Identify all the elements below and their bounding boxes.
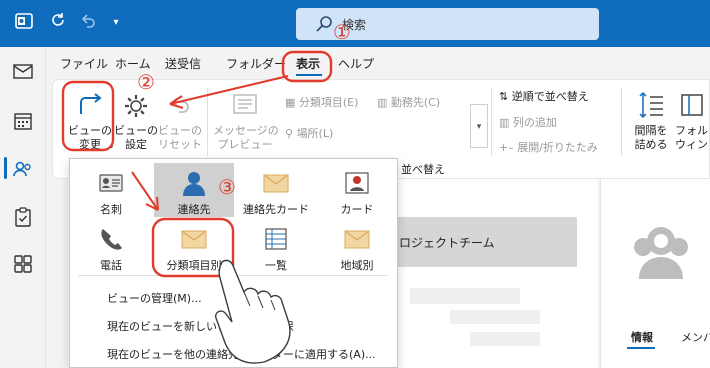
tab-send-receive[interactable]: 送受信 [165,55,201,72]
view-option-list[interactable]: 一覧 [236,219,316,273]
gear-icon [125,95,147,117]
sync-icon[interactable] [46,11,70,35]
group-title: ロジェクトチーム [399,236,495,250]
folder-pane-icon [681,94,703,116]
sort-group-label: 並べ替え [401,163,445,176]
apply-view-menu-item[interactable]: 現在のビューを他の連絡先フォルダーに適用する(A)... [107,346,376,362]
blurred-content [470,332,540,346]
list-icon [265,228,287,250]
tab-members[interactable]: メンバー [681,329,710,345]
change-view-icon [80,93,102,114]
view-option-label: 連絡先カード [243,203,309,216]
search-icon [316,16,332,32]
annotation-step-1: ① [333,20,351,44]
view-option-label: 分類項目別 [166,259,222,272]
ribbon-separator [621,88,622,156]
ribbon-separator [491,88,492,156]
view-option-business-card[interactable]: 名刺 [71,163,151,217]
view-option-label: カード [340,203,374,216]
arrange-location-item[interactable]: ⚲ 場所(L) [285,125,333,141]
expand-collapse-label: 展開/折りたたみ [517,141,598,154]
business-card-icon [99,174,123,192]
apps-icon[interactable] [11,252,35,276]
sort-arrows-icon: ⇅ [499,90,512,103]
outlook-logo-icon [12,11,36,35]
add-column-button[interactable]: ▥ 列の追加 [499,114,557,130]
tab-view-underline [296,74,322,76]
reverse-sort-label: 逆順で並べ替え [511,90,589,103]
spacing-icon [639,91,663,119]
view-option-by-location[interactable]: 地域別 [317,219,397,273]
ribbon-separator [207,88,208,156]
view-option-label: 一覧 [265,259,287,272]
envelope-icon [263,174,289,193]
title-bar: ▾ 検索 [0,0,710,47]
envelope-icon [181,230,207,249]
tab-folder[interactable]: フォルダー [226,55,286,72]
view-option-card[interactable]: カード [317,163,397,217]
folder-window-label: フォル ウィンド [675,124,710,151]
envelope-icon [344,230,370,249]
group-avatar-icon [634,227,688,279]
tasks-icon[interactable] [11,205,35,229]
view-option-label: 名刺 [100,203,122,216]
arrange-location-label: 場所(L) [296,127,334,140]
menu-divider [78,275,388,276]
mail-icon[interactable] [11,59,35,83]
folder-window-button[interactable]: フォル ウィンド [675,86,710,152]
message-preview-label: メッセージの プレビュー [213,124,279,151]
view-option-phone[interactable]: 電話 [71,219,151,273]
people-icon[interactable] [11,157,35,181]
building-icon: ▥ [377,96,391,109]
save-view-as-new-menu-item[interactable]: 現在のビューを新しいビューとして保 [107,318,294,334]
tab-info[interactable]: 情報 [631,329,653,345]
active-indicator [4,157,7,179]
view-settings-button[interactable]: ビューの 設定 [113,86,159,152]
reverse-sort-button[interactable]: ⇅ 逆順で並べ替え [499,88,589,104]
view-option-contact-card[interactable]: 連絡先カード [236,163,316,217]
compact-spacing-label: 間隔を 詰める [634,124,668,151]
view-option-label: 電話 [100,259,122,272]
preview-icon [233,94,257,114]
grid-icon: ▦ [285,96,299,109]
gallery-more-button[interactable]: ▾ [470,104,488,148]
reset-icon [171,97,189,113]
active-tab-underline [627,347,655,349]
compact-spacing-button[interactable]: 間隔を 詰める [631,86,671,152]
arrange-company-label: 勤務先(C) [390,96,441,109]
change-view-button[interactable]: ビューの 変更 ⌄ [65,86,115,152]
contact-card-icon [345,172,369,194]
reset-view-label: ビューの リセット [158,124,202,151]
navigation-rail [0,47,46,368]
annotation-step-3: ③ [218,175,236,199]
manage-views-menu-item[interactable]: ビューの管理(M)... [107,290,202,306]
view-option-by-category[interactable]: 分類項目別 [154,219,234,273]
contact-detail-panel: 情報 メンバー [600,179,710,368]
add-column-label: 列の追加 [512,116,557,129]
location-pin-icon: ⚲ [285,127,297,140]
view-option-label: 地域別 [340,259,374,272]
message-preview-button[interactable]: メッセージの プレビュー [213,86,279,152]
blurred-content [410,288,520,304]
quick-access-dropdown-icon[interactable]: ▾ [104,11,128,35]
expand-collapse-button[interactable]: +– 展開/折りたたみ [499,139,598,155]
annotation-step-2: ② [137,70,155,94]
tab-view[interactable]: 表示 [296,55,320,72]
calendar-icon[interactable] [11,109,35,133]
tab-file[interactable]: ファイル [60,55,108,72]
columns-icon: ▥ [499,116,513,129]
tab-help[interactable]: ヘルプ [338,55,374,72]
reset-view-button[interactable]: ビューの リセット [157,86,203,152]
view-settings-label: ビューの 設定 [114,124,158,151]
person-icon [183,172,205,196]
phone-icon [101,229,122,250]
undo-icon[interactable] [76,11,100,35]
blurred-content [450,310,540,324]
arrange-company-item[interactable]: ▥ 勤務先(C) [377,94,440,110]
arrange-category-label: 分類項目(E) [298,96,359,109]
view-option-label: 連絡先 [177,203,211,216]
expand-icon: +– [499,141,518,154]
arrange-category-item[interactable]: ▦ 分類項目(E) [285,94,358,110]
